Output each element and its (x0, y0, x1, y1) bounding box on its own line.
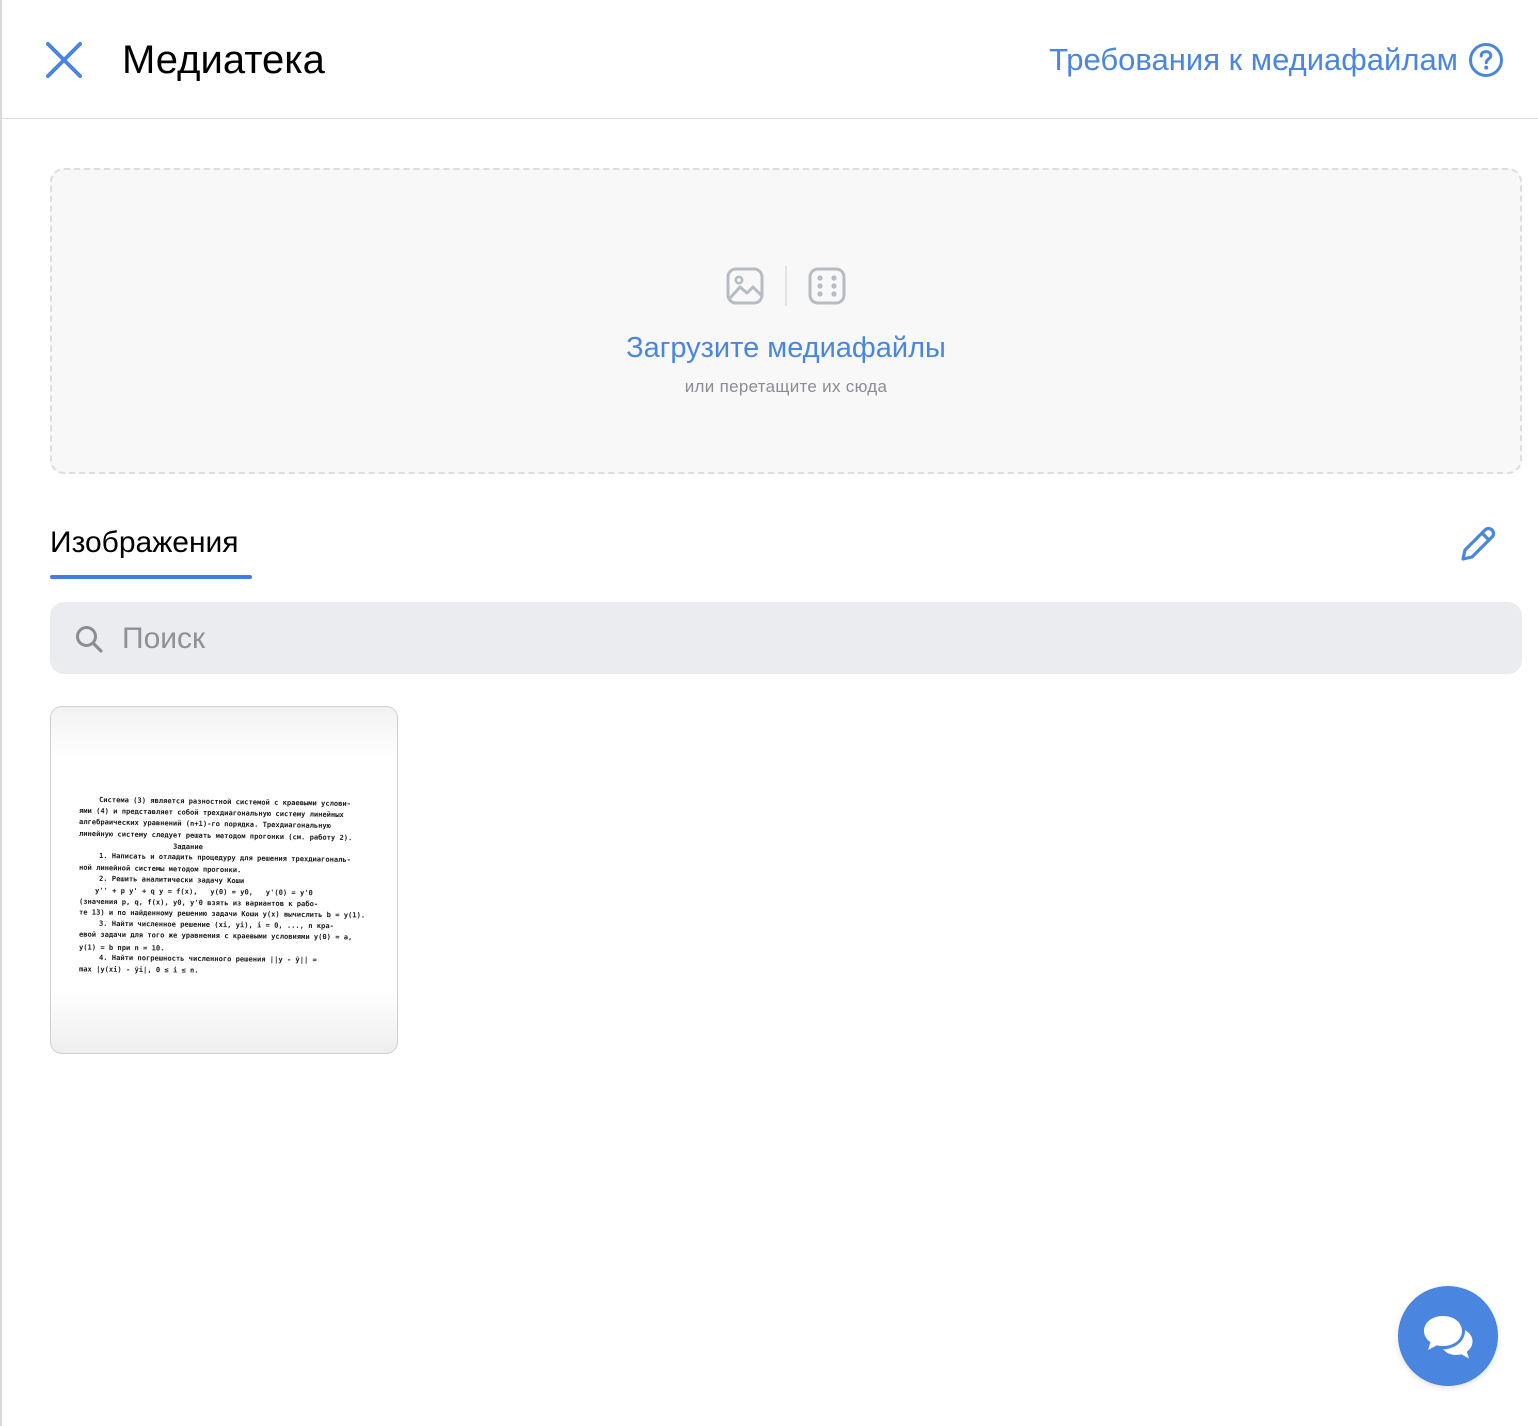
pencil-icon (1461, 526, 1496, 561)
requirements-link[interactable]: Требования к медиафайлам (1049, 40, 1504, 80)
requirements-link-label: Требования к медиафайлам (1049, 42, 1458, 77)
help-circle-icon (1469, 43, 1503, 77)
upload-media-label: Загрузите медиафайлы (626, 332, 946, 364)
document-text-line: max |y(xi) - ỹi|, 0 ≤ i ≤ n. (78, 964, 199, 975)
dice-icon (808, 267, 846, 305)
document-text-line: y(1) = b при n = 10. (78, 942, 165, 953)
document-text-line: евой задачи для того же уравнения с крае… (78, 929, 353, 942)
close-button[interactable] (40, 36, 88, 84)
document-scan-image: Система (3) является разностной системой… (51, 773, 397, 991)
dropzone-icons (52, 266, 1520, 306)
image-thumbnail[interactable]: Система (3) является разностной системой… (50, 706, 398, 1054)
edit-button[interactable] (1456, 522, 1500, 566)
search-input[interactable] (120, 602, 1504, 676)
chat-icon (1424, 1316, 1473, 1359)
search-icon (76, 626, 103, 653)
tab-images[interactable]: Изображения (50, 524, 239, 562)
document-text-line: Задание (172, 841, 203, 852)
image-icon (726, 267, 764, 305)
dropzone-icon-separator (785, 266, 787, 306)
search-bar (50, 602, 1522, 676)
window-left-border (0, 0, 2, 1426)
close-icon (46, 42, 82, 78)
chat-button[interactable] (1398, 1286, 1498, 1386)
document-text-line: 4. Найти погрешность численного решения … (98, 952, 317, 964)
tab-active-indicator (50, 575, 252, 579)
page-title: Медиатека (122, 38, 325, 82)
upload-dropzone[interactable]: Загрузите медиафайлы или перетащите их с… (50, 168, 1522, 474)
drag-here-hint: или перетащите их сюда (684, 377, 888, 396)
header: Медиатека Требования к медиафайлам (2, 0, 1538, 119)
